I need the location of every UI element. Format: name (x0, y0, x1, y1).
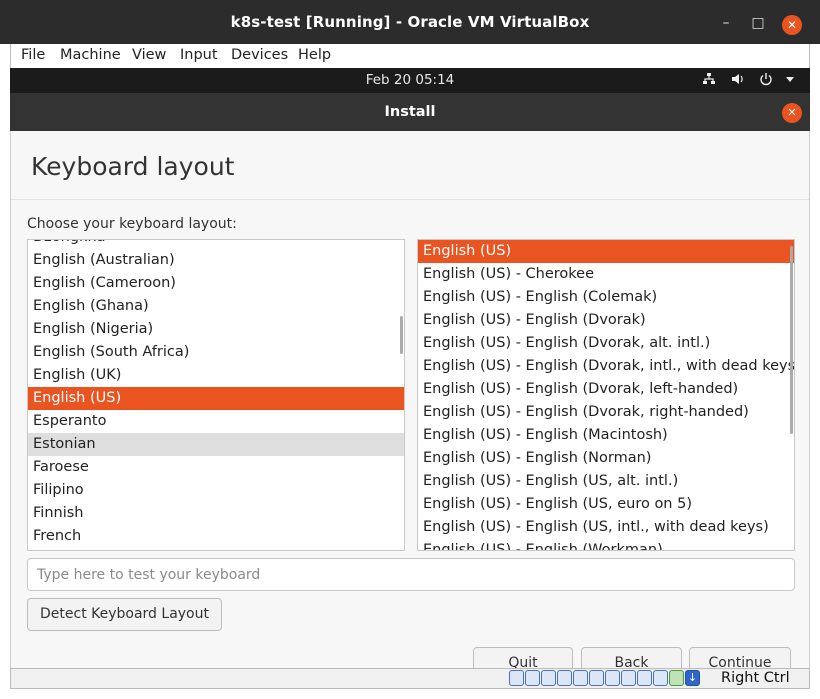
layout-list-item[interactable]: English (Cameroon) (28, 272, 404, 295)
menu-view[interactable]: View (132, 47, 166, 63)
variant-list-item[interactable]: English (US) - English (Norman) (418, 447, 794, 470)
guest-top-panel: Feb 20 05:14 (10, 68, 810, 93)
installer-close-icon[interactable]: ✕ (782, 103, 802, 123)
chevron-down-icon[interactable] (781, 72, 799, 90)
host-key-label: Right Ctrl (721, 670, 790, 686)
window-bottom (0, 689, 820, 699)
close-icon[interactable]: ✕ (782, 15, 802, 35)
layout-list-item[interactable]: Dzongkha (28, 240, 404, 249)
header-divider (11, 199, 809, 200)
layout-list-scrollbar[interactable] (400, 316, 403, 354)
status-icons: ↓ (509, 670, 701, 688)
window-title: k8s-test [Running] - Oracle VM VirtualBo… (230, 13, 590, 31)
layout-list[interactable]: DzongkhaEnglish (Australian)English (Cam… (27, 239, 405, 551)
variant-list-item[interactable]: English (US) - English (Dvorak, right-ha… (418, 401, 794, 424)
installer-title: Install (384, 104, 436, 120)
layout-list-item[interactable]: Filipino (28, 479, 404, 502)
installer-header: Install ✕ (10, 93, 810, 131)
layout-list-item[interactable]: English (Australian) (28, 249, 404, 272)
keyboard-test-input[interactable] (27, 558, 795, 591)
layout-list-item[interactable]: Estonian (28, 433, 404, 456)
keyboard-capture-icon[interactable]: ↓ (685, 670, 700, 686)
layout-list-item[interactable]: English (Ghana) (28, 295, 404, 318)
installer-body: Keyboard layout Choose your keyboard lay… (10, 131, 810, 677)
display-icon[interactable] (605, 670, 620, 686)
hard-disk-icon[interactable] (509, 670, 524, 686)
maximize-icon[interactable]: □ (749, 14, 767, 32)
page-title: Keyboard layout (31, 152, 235, 181)
variant-list-item[interactable]: English (US) - English (US, euro on 5) (418, 493, 794, 516)
menu-input[interactable]: Input (180, 47, 218, 63)
vbox-statusbar: ↓ Right Ctrl (10, 668, 810, 689)
mouse-integration-icon[interactable] (669, 670, 684, 686)
vt-x-icon[interactable] (653, 670, 668, 686)
layout-list-item[interactable]: French (28, 525, 404, 548)
variant-list-item[interactable]: English (US) - English (US, alt. intl.) (418, 470, 794, 493)
variant-list-item[interactable]: English (US) - English (Dvorak) (418, 309, 794, 332)
network-adapter-icon[interactable] (557, 670, 572, 686)
minimize-icon[interactable]: – (717, 14, 735, 32)
optical-drive-icon[interactable] (525, 670, 540, 686)
video-capture-icon[interactable] (621, 670, 636, 686)
clock[interactable]: Feb 20 05:14 (10, 72, 810, 88)
layout-list-item[interactable]: English (South Africa) (28, 341, 404, 364)
variant-list-item[interactable]: English (US) - English (US, intl., with … (418, 516, 794, 539)
usb-icon[interactable] (573, 670, 588, 686)
layout-list-item[interactable]: English (UK) (28, 364, 404, 387)
menu-help[interactable]: Help (298, 47, 331, 63)
layout-list-item[interactable]: English (Nigeria) (28, 318, 404, 341)
variant-list-item[interactable]: English (US) - English (Dvorak, alt. int… (418, 332, 794, 355)
layout-list-item[interactable]: Faroese (28, 456, 404, 479)
host-titlebar: k8s-test [Running] - Oracle VM VirtualBo… (0, 0, 820, 44)
volume-icon[interactable] (729, 72, 747, 90)
layout-list-item[interactable]: Finnish (28, 502, 404, 525)
variant-list-item[interactable]: English (US) - English (Dvorak, intl., w… (418, 355, 794, 378)
layout-list-item[interactable]: Esperanto (28, 410, 404, 433)
choose-layout-label: Choose your keyboard layout: (27, 216, 237, 232)
variant-list[interactable]: English (US) English (US) - Cherokee Engli… (417, 239, 795, 551)
vbox-menubar: File Machine View Input Devices Help (10, 44, 810, 68)
audio-icon[interactable] (541, 670, 556, 686)
detect-layout-button[interactable]: Detect Keyboard Layout (27, 598, 222, 631)
power-icon[interactable] (757, 72, 775, 90)
variant-list-item[interactable]: English (US) - English (Workman) (418, 539, 794, 550)
variant-list-item[interactable]: English (US) (418, 240, 794, 263)
recording-icon[interactable] (637, 670, 652, 686)
variant-list-scrollbar[interactable] (790, 246, 793, 434)
network-icon[interactable] (700, 72, 718, 90)
menu-devices[interactable]: Devices (231, 47, 288, 63)
variant-list-item[interactable]: English (US) - Cherokee (418, 263, 794, 286)
shared-folders-icon[interactable] (589, 670, 604, 686)
menu-machine[interactable]: Machine (60, 47, 121, 63)
menu-file[interactable]: File (21, 47, 45, 63)
variant-list-item[interactable]: English (US) - English (Dvorak, left-han… (418, 378, 794, 401)
variant-list-item[interactable]: English (US) - English (Macintosh) (418, 424, 794, 447)
variant-list-item[interactable]: English (US) - English (Colemak) (418, 286, 794, 309)
layout-list-item[interactable]: English (US) (28, 387, 404, 410)
